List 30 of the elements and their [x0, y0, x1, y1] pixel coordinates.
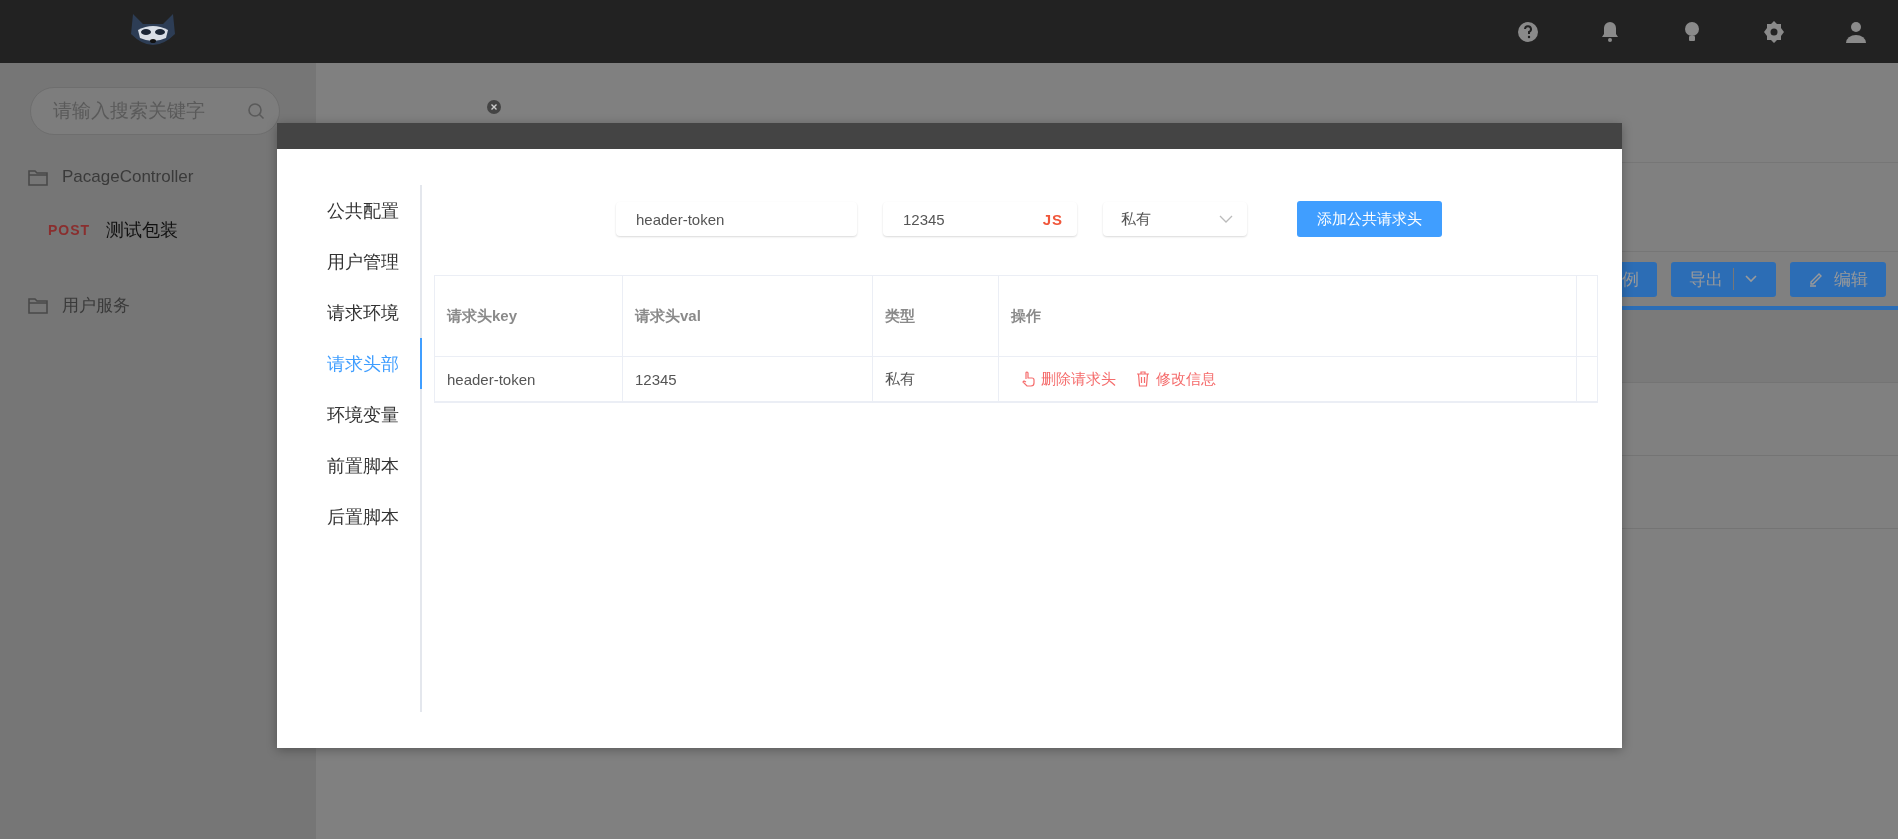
table-cell: 私有	[873, 357, 999, 401]
menu-item[interactable]: 公共配置	[277, 185, 422, 236]
column-header: 请求头val	[623, 276, 873, 356]
close-icon[interactable]	[486, 99, 502, 115]
menu-item[interactable]: 环境变量	[277, 389, 422, 440]
help-icon[interactable]	[1516, 19, 1540, 44]
user-icon[interactable]	[1844, 19, 1868, 44]
caret-icon	[1744, 274, 1758, 284]
column-header: 类型	[873, 276, 999, 356]
value-input[interactable]: 12345	[901, 209, 1043, 229]
table-cell: 12345	[623, 357, 873, 401]
pencil-icon	[1808, 271, 1824, 287]
settings-icon[interactable]	[1762, 19, 1786, 44]
value-field[interactable]: 12345 JS	[883, 202, 1077, 236]
type-select[interactable]: 私有	[1103, 202, 1247, 236]
folder-icon	[28, 296, 48, 314]
request-label[interactable]: 测试包装	[106, 218, 179, 242]
menu-item[interactable]: 请求环境	[277, 287, 422, 338]
trash-icon	[1136, 371, 1150, 387]
menu-item[interactable]: 后置脚本	[277, 491, 422, 542]
key-field[interactable]: header-token	[616, 202, 857, 236]
column-header: 操作	[999, 276, 1577, 356]
table-cell: header-token	[435, 357, 623, 401]
key-input[interactable]: header-token	[634, 209, 843, 229]
folder-icon	[28, 168, 48, 186]
column-header: 请求头key	[435, 276, 623, 356]
menu-item[interactable]: 用户管理	[277, 236, 422, 287]
chevron-icon	[1219, 215, 1233, 223]
method-label: POST	[48, 222, 91, 238]
menu-item[interactable]: 前置脚本	[277, 440, 422, 491]
